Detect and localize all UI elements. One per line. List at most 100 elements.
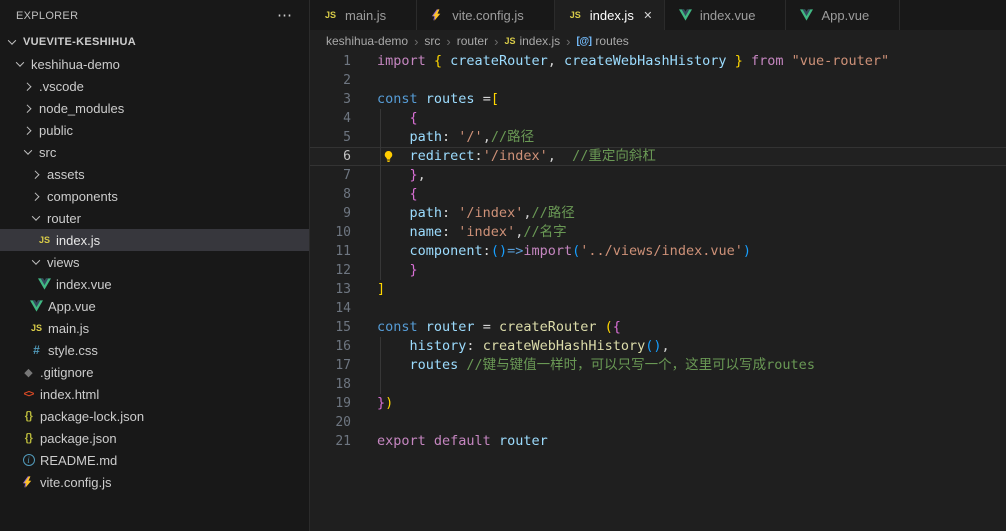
tree-item-index-html[interactable]: <> index.html: [0, 383, 309, 405]
lightbulb-icon[interactable]: [382, 150, 395, 163]
code-editor[interactable]: 1 import { createRouter, createWebHashHis…: [310, 52, 1006, 531]
tree-item-label: vite.config.js: [40, 474, 112, 490]
tree-item-label: .gitignore: [40, 364, 94, 380]
tab-index-vue[interactable]: index.vue: [664, 0, 787, 30]
code-line-11[interactable]: 11 component:()=>import('../views/index.…: [310, 242, 1006, 261]
code-line-9[interactable]: 9 path: '/index',//路径: [310, 204, 1006, 223]
tab-label: index.js: [589, 7, 634, 23]
code-token: ,: [547, 148, 573, 164]
code-line-4[interactable]: 4 {: [310, 109, 1006, 128]
tree-item-vuevite-keshihua[interactable]: VUEVITE-KESHIHUA: [0, 31, 309, 53]
breadcrumb-item-src[interactable]: src: [424, 34, 440, 48]
code-line-18[interactable]: 18: [310, 375, 1006, 394]
code-token: import: [377, 53, 434, 69]
tab-main-js[interactable]: JS main.js: [310, 0, 418, 30]
js-file-icon: JS: [30, 323, 42, 333]
tree-item-node-modules[interactable]: node_modules: [0, 97, 309, 119]
tree-item-label: public: [39, 122, 73, 138]
code-token: import: [523, 243, 573, 259]
line-number: 20: [335, 415, 351, 430]
code-line-1[interactable]: 1 import { createRouter, createWebHashHis…: [310, 52, 1006, 71]
code-line-2[interactable]: 2: [310, 71, 1006, 90]
breadcrumb-label: keshihua-demo: [326, 34, 409, 48]
tree-item-gitignore[interactable]: ◆ .gitignore: [0, 361, 309, 383]
code-line-8[interactable]: 8 {: [310, 185, 1006, 204]
breadcrumb-item-keshihua-demo[interactable]: keshihua-demo: [326, 34, 408, 48]
tab-app-vue[interactable]: App.vue: [786, 0, 901, 30]
indent-guide: [380, 375, 381, 394]
code-line-13[interactable]: 13]: [310, 280, 1006, 299]
code-line-5[interactable]: 5 path: '/',//路径: [310, 128, 1006, 147]
code-token: ,: [482, 129, 491, 145]
code-token: routes: [425, 91, 483, 107]
tree-item-label: views: [47, 254, 80, 270]
tab-vite-config-js[interactable]: vite.config.js: [417, 0, 555, 30]
tree-item-label: package-lock.json: [40, 408, 145, 424]
tree-item-package-json[interactable]: {} package.json: [0, 427, 309, 449]
js-file-icon: JS: [569, 10, 581, 20]
breadcrumb-item-index-js[interactable]: JS index.js: [504, 34, 560, 48]
code-token: :: [442, 129, 459, 145]
tree-item-label: App.vue: [48, 298, 96, 314]
tree-item-assets[interactable]: assets: [0, 163, 309, 185]
breadcrumb-label: router: [456, 34, 489, 48]
breadcrumb-item-router[interactable]: router: [457, 34, 488, 48]
tree-item-views[interactable]: views: [0, 251, 309, 273]
tree-item-public[interactable]: public: [0, 119, 309, 141]
code-line-19[interactable]: 19}): [310, 394, 1006, 413]
tree-item-main-js[interactable]: JS main.js: [0, 317, 309, 339]
tree-item-index-js[interactable]: JS index.js: [0, 229, 309, 251]
code-token: name: [409, 224, 443, 240]
indent-guide: [380, 223, 381, 242]
code-line-17[interactable]: 17 routes //键与键值一样时，可以只写一个，这里可以写成routes: [310, 356, 1006, 375]
code-token: (: [490, 243, 499, 259]
tree-item-keshihua-demo[interactable]: keshihua-demo: [0, 53, 309, 75]
more-actions-icon[interactable]: ⋯: [277, 8, 293, 23]
line-number: 16: [335, 339, 351, 354]
tab-label: main.js: [345, 7, 387, 23]
line-number: 17: [335, 358, 351, 373]
code-line-12[interactable]: 12 }: [310, 261, 1006, 280]
code-token: :: [482, 243, 491, 259]
code-line-21[interactable]: 21 export default router: [310, 432, 1006, 451]
code-token: '../views/index.vue': [580, 243, 743, 259]
tab-label: App.vue: [821, 7, 870, 23]
tree-item-app-vue[interactable]: App.vue: [0, 295, 309, 317]
line-number: 4: [343, 111, 351, 126]
indent-guide: [380, 337, 381, 356]
tab-index-js[interactable]: JS index.js ✕: [554, 0, 665, 30]
tree-item-vite-config-js[interactable]: vite.config.js: [0, 471, 309, 493]
json-file-icon: {}: [24, 410, 33, 422]
tree-item-readme-md[interactable]: i README.md: [0, 449, 309, 471]
line-content: history: createWebHashHistory(),: [377, 337, 1006, 356]
line-number: 7: [343, 168, 351, 183]
breadcrumb-separator-icon: ›: [414, 33, 419, 49]
close-tab-icon[interactable]: ✕: [640, 7, 656, 23]
line-content: path: '/',//路径: [377, 128, 1006, 147]
code-token: "vue-router": [791, 53, 890, 69]
code-line-20[interactable]: 20: [310, 413, 1006, 432]
code-token: ,: [547, 53, 564, 69]
code-line-14[interactable]: 14: [310, 299, 1006, 318]
code-line-10[interactable]: 10 name: 'index',//名字: [310, 223, 1006, 242]
tree-item-index-vue[interactable]: index.vue: [0, 273, 309, 295]
code-line-6[interactable]: 6 redirect:'/index', //重定向斜杠: [310, 147, 1006, 166]
indent-guide: [380, 356, 381, 375]
chevron-right-icon: [20, 75, 36, 97]
tree-item-src[interactable]: src: [0, 141, 309, 163]
line-number: 3: [343, 92, 351, 107]
code-line-3[interactable]: 3 const routes =[: [310, 90, 1006, 109]
indent-guide: [380, 242, 381, 261]
tree-item-vscode[interactable]: .vscode: [0, 75, 309, 97]
code-line-16[interactable]: 16 history: createWebHashHistory(),: [310, 337, 1006, 356]
code-line-15[interactable]: 15 const router = createRouter ({: [310, 318, 1006, 337]
tree-item-style-css[interactable]: # style.css: [0, 339, 309, 361]
line-number: 14: [335, 301, 351, 316]
tree-item-components[interactable]: components: [0, 185, 309, 207]
code-line-7[interactable]: 7 },: [310, 166, 1006, 185]
tree-item-package-lock-json[interactable]: {} package-lock.json: [0, 405, 309, 427]
breadcrumb-item-routes[interactable]: [@] routes: [577, 34, 629, 48]
tree-item-router[interactable]: router: [0, 207, 309, 229]
